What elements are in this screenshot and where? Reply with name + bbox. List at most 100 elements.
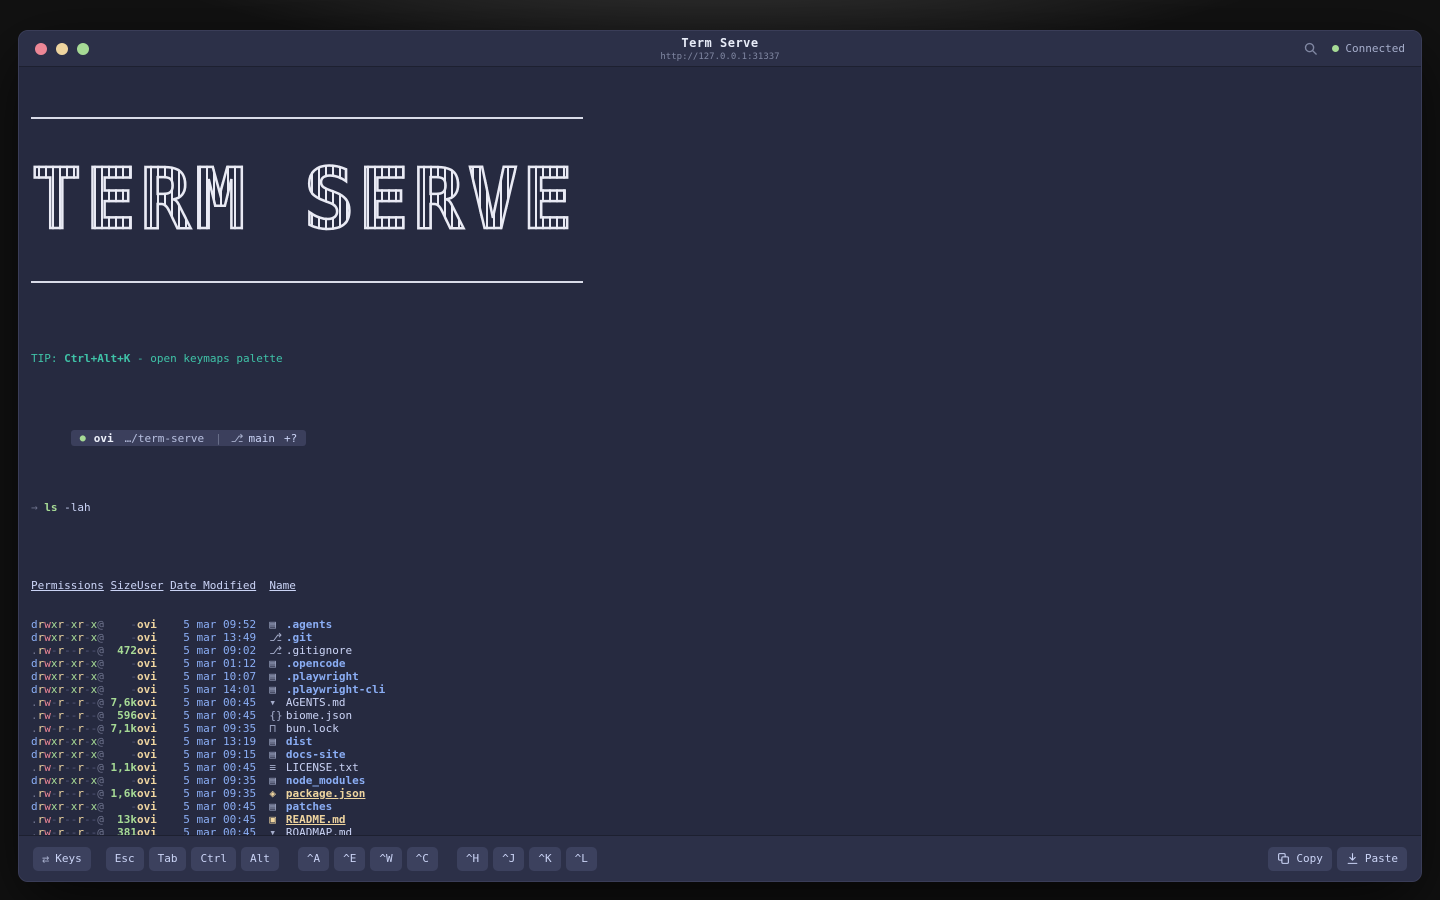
keys-button-label: Keys xyxy=(55,852,82,865)
file-row: drwxr-xr-x@ - ovi 5 mar 10:07 ▤ .playwright xyxy=(31,670,1407,683)
text-icon: ≡ xyxy=(269,761,276,774)
file-date-modified: 5 mar 01:12 xyxy=(183,657,257,670)
file-owner: ovi xyxy=(136,813,157,826)
file-name: patches xyxy=(285,800,333,813)
file-name: .agents xyxy=(285,618,333,631)
file-date-modified: 5 mar 14:01 xyxy=(183,683,257,696)
file-size: 381 xyxy=(117,826,137,835)
file-row: .rw-r--r--@ 381 ovi 5 mar 00:45 ▾ ROADMAP.md xyxy=(31,826,1407,835)
file-listing-rows: drwxr-xr-x@ - ovi 5 mar 09:52 ▤ .agents drwxr-… xyxy=(31,618,1407,835)
ctrl-shortcut-group-2: ^H ^J ^K ^L xyxy=(456,846,597,871)
minimize-window-button[interactable] xyxy=(56,42,68,55)
file-permissions: .rw-r--r--@ xyxy=(31,709,104,722)
ctrl-shortcut-group-1: ^A ^E ^W ^C xyxy=(297,846,438,871)
file-owner: ovi xyxy=(136,774,157,787)
modifier-key-group: Esc Tab Ctrl Alt xyxy=(105,846,279,871)
file-size: - xyxy=(130,657,137,670)
search-icon xyxy=(1305,42,1318,55)
key-button-ctrl-k[interactable]: ^K xyxy=(529,846,561,871)
file-owner: ovi xyxy=(136,722,157,735)
file-owner: ovi xyxy=(136,735,157,748)
key-button-ctrl-l[interactable]: ^L xyxy=(565,846,597,871)
file-permissions: drwxr-xr-x@ xyxy=(31,683,104,696)
folder-icon: ▤ xyxy=(269,657,276,670)
prompt-arrow: → xyxy=(31,501,38,514)
file-name: .playwright xyxy=(285,670,359,683)
key-button-ctrl-w[interactable]: ^W xyxy=(370,846,402,871)
command-name: ls xyxy=(44,501,58,514)
file-owner: ovi xyxy=(136,800,157,813)
key-button-alt[interactable]: Alt xyxy=(240,846,279,871)
file-owner: ovi xyxy=(136,683,157,696)
command-line: → ls -lah xyxy=(31,501,1407,514)
file-date-modified: 5 mar 00:45 xyxy=(183,709,257,722)
close-window-button[interactable] xyxy=(35,42,47,55)
terminal-screen[interactable]: TERM SERVE TIP: Ctrl+Alt+K - open keymap… xyxy=(19,67,1421,835)
key-button-tab[interactable]: Tab xyxy=(148,846,187,871)
folder-icon: ▤ xyxy=(269,800,276,813)
paste-button-label: Paste xyxy=(1364,852,1398,865)
copy-button[interactable]: Copy xyxy=(1268,846,1332,871)
header-permissions: Permissions xyxy=(31,579,104,592)
file-permissions: .rw-r--r--@ xyxy=(31,722,104,735)
file-owner: ovi xyxy=(136,631,157,644)
file-date-modified: 5 mar 13:19 xyxy=(183,735,257,748)
folder-icon: ▤ xyxy=(269,735,276,748)
file-name: node_modules xyxy=(285,774,366,787)
file-owner: ovi xyxy=(136,657,157,670)
app-title: Term Serve xyxy=(681,35,759,50)
file-row: .rw-r--r--@ 7,6k ovi 5 mar 00:45 ▾ AGENTS.md xyxy=(31,696,1407,709)
paste-icon xyxy=(1347,853,1358,864)
folder-icon: ▤ xyxy=(269,774,276,787)
shell-prompt: ● ovi …/term-serve | ⎇ main +? xyxy=(70,430,307,446)
file-owner: ovi xyxy=(136,787,157,800)
os-icon: ● xyxy=(79,432,86,444)
file-owner: ovi xyxy=(136,618,157,631)
file-date-modified: 5 mar 10:07 xyxy=(183,670,257,683)
swap-arrows-icon: ⇄ xyxy=(42,851,50,866)
markdown-icon: ▾ xyxy=(269,696,276,709)
file-size: 13k xyxy=(117,813,137,826)
file-permissions: .rw-r--r--@ xyxy=(31,644,104,657)
maximize-window-button[interactable] xyxy=(77,42,89,55)
file-row: drwxr-xr-x@ - ovi 5 mar 09:52 ▤ .agents xyxy=(31,618,1407,631)
file-row: drwxr-xr-x@ - ovi 5 mar 01:12 ▤ .opencode xyxy=(31,657,1407,670)
header-size: Size xyxy=(110,579,137,592)
search-button[interactable] xyxy=(1301,39,1320,58)
key-button-ctrl-e[interactable]: ^E xyxy=(334,846,366,871)
file-permissions: .rw-r--r--@ xyxy=(31,826,104,835)
key-button-ctrl-c[interactable]: ^C xyxy=(406,846,438,871)
file-name: README.md xyxy=(285,813,346,826)
copy-icon xyxy=(1278,853,1290,864)
file-size: - xyxy=(130,800,137,813)
file-owner: ovi xyxy=(136,709,157,722)
file-name: .git xyxy=(285,631,313,644)
file-size: 7,6k xyxy=(110,696,137,709)
copy-button-label: Copy xyxy=(1296,852,1323,865)
file-size: - xyxy=(130,683,137,696)
ascii-banner: TERM SERVE xyxy=(30,150,591,249)
file-name: docs-site xyxy=(285,748,346,761)
file-row: drwxr-xr-x@ - ovi 5 mar 13:49 ⎇ .git xyxy=(31,631,1407,644)
keys-button[interactable]: ⇄ Keys xyxy=(33,846,91,871)
file-size: - xyxy=(130,735,137,748)
file-permissions: .rw-r--r--@ xyxy=(31,813,104,826)
file-date-modified: 5 mar 13:49 xyxy=(183,631,257,644)
file-permissions: drwxr-xr-x@ xyxy=(31,735,104,748)
file-name: ROADMAP.md xyxy=(285,826,353,835)
bottom-toolbar: ⇄ Keys Esc Tab Ctrl Alt ^A ^E ^W ^C ^H ^J ^K ^L C… xyxy=(19,835,1421,881)
key-button-esc[interactable]: Esc xyxy=(105,846,144,871)
key-button-ctrl-j[interactable]: ^J xyxy=(493,846,525,871)
header-date-modified: Date Modified xyxy=(170,579,257,592)
file-date-modified: 5 mar 09:35 xyxy=(183,774,257,787)
key-button-ctrl-h[interactable]: ^H xyxy=(456,846,489,871)
connection-label: Connected xyxy=(1345,42,1405,55)
lock-icon: ⊓ xyxy=(269,722,276,735)
paste-button[interactable]: Paste xyxy=(1336,846,1407,871)
file-row: drwxr-xr-x@ - ovi 5 mar 00:45 ▤ patches xyxy=(31,800,1407,813)
file-date-modified: 5 mar 00:45 xyxy=(183,761,257,774)
folder-icon: ▤ xyxy=(269,618,276,631)
key-button-ctrl-a[interactable]: ^A xyxy=(297,846,330,871)
json-icon: {} xyxy=(269,709,283,722)
key-button-ctrl[interactable]: Ctrl xyxy=(191,846,236,871)
